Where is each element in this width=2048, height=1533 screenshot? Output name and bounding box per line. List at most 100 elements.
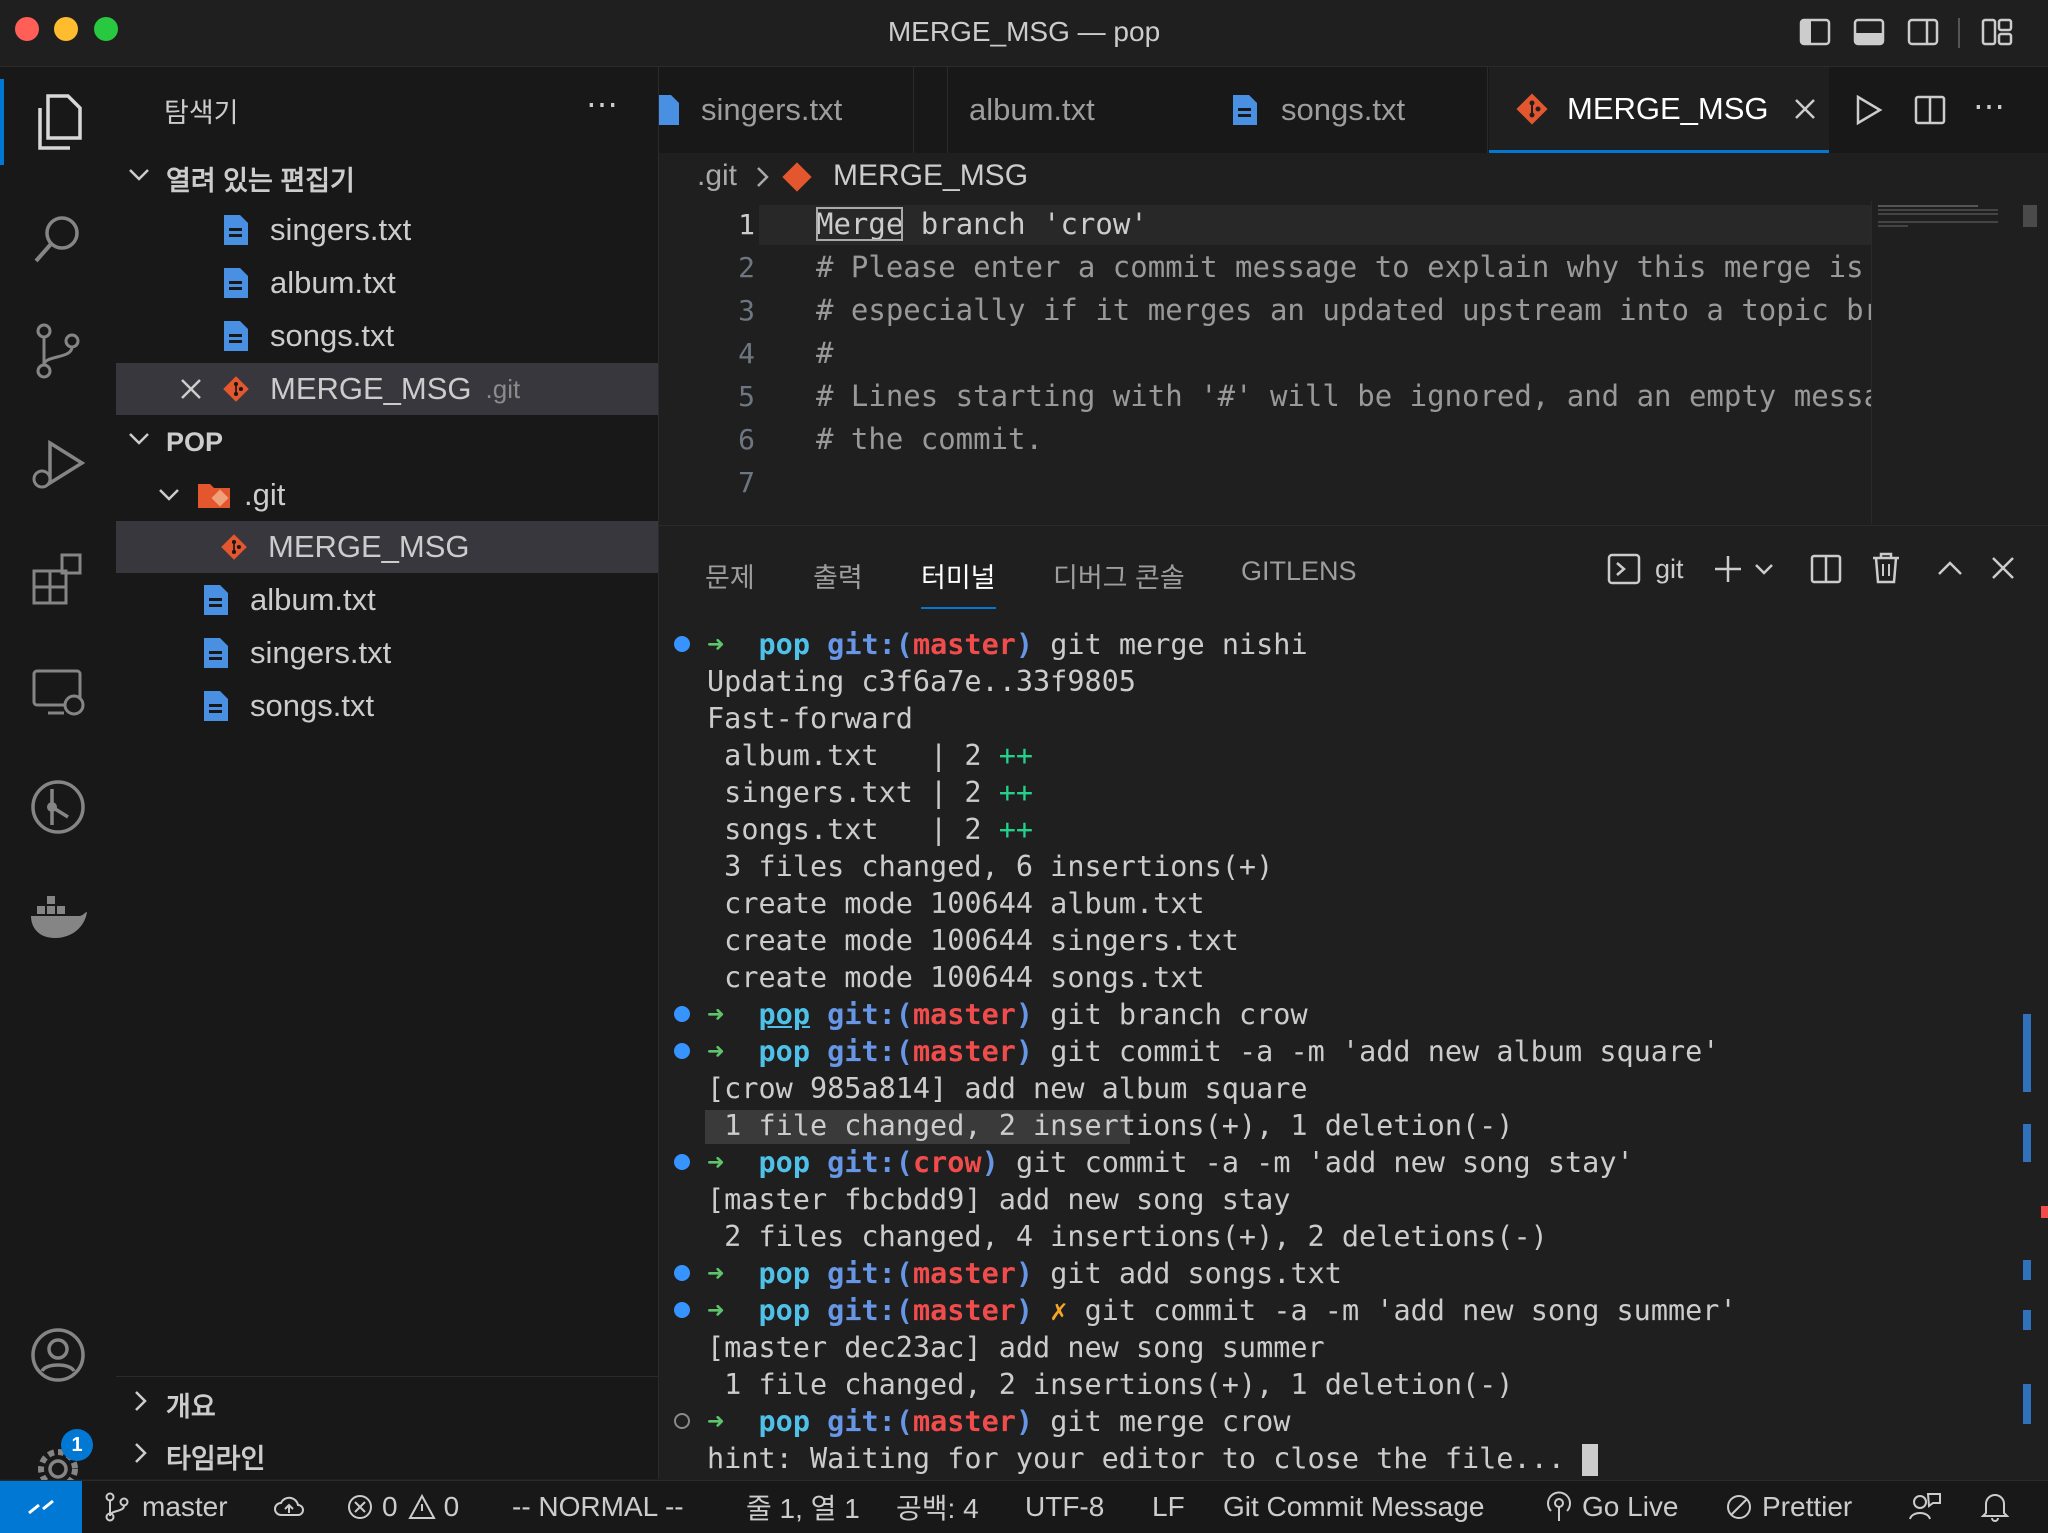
code-line: # especially if it merges an updated ups…	[816, 293, 1882, 327]
chevron-down-icon	[159, 489, 179, 501]
broadcast-icon	[1547, 1491, 1571, 1521]
tree-item[interactable]: songs.txt	[116, 680, 658, 732]
breadcrumb: .git MERGE_MSG	[659, 153, 2048, 201]
notifications-bell-icon[interactable]	[1980, 1481, 2010, 1533]
breadcrumb-file[interactable]: MERGE_MSG	[833, 159, 1028, 193]
tab-merge-msg[interactable]: MERGE_MSG	[1489, 67, 1829, 153]
tree-item[interactable]: singers.txt	[116, 627, 658, 679]
git-folder[interactable]: .git	[116, 469, 658, 521]
window-title: MERGE_MSG — pop	[887, 16, 1161, 47]
split-editor-icon[interactable]	[1913, 93, 1947, 127]
prohibited-icon	[1727, 1495, 1751, 1519]
terminal-line: ➜ pop git:(master) git commit -a -m 'add…	[707, 1035, 1720, 1068]
text-file-icon	[224, 268, 248, 298]
tab-songs[interactable]: songs.txt	[1201, 67, 1488, 153]
line-ending[interactable]: LF	[1152, 1481, 1185, 1533]
terminal-line: ➜ pop git:(master) ✗ git commit -a -m 'a…	[707, 1294, 1737, 1327]
line-number: 4	[738, 337, 755, 370]
open-editor-item[interactable]: album.txt	[116, 257, 658, 309]
text-file-icon	[204, 585, 228, 615]
problems-indicator[interactable]: 0 0	[346, 1481, 459, 1533]
git-file-icon	[221, 534, 247, 560]
toggle-panel-icon[interactable]	[1852, 15, 1886, 49]
sync-cloud-icon[interactable]	[272, 1481, 306, 1533]
feedback-icon[interactable]	[1908, 1481, 1942, 1533]
code-line: #	[816, 336, 834, 370]
explorer-icon[interactable]	[0, 74, 116, 170]
explorer-title: 탐색기	[164, 98, 239, 128]
terminal-line: create mode 100644 album.txt	[707, 887, 1205, 920]
command-status-icon	[674, 1043, 690, 1059]
encoding[interactable]: UTF-8	[1025, 1481, 1104, 1533]
chevron-right-icon	[128, 1388, 166, 1421]
line-number: 3	[738, 294, 755, 327]
folder-header[interactable]: POP	[116, 416, 658, 468]
run-icon[interactable]	[1851, 93, 1885, 127]
close-tab-icon[interactable]	[1793, 97, 1817, 121]
minimap[interactable]	[1871, 201, 2004, 524]
breadcrumb-folder[interactable]: .git	[697, 159, 737, 193]
git-file-icon	[1516, 92, 1548, 125]
text-file-icon	[1233, 95, 1257, 125]
indentation[interactable]: 공백: 4	[896, 1481, 979, 1533]
remote-explorer-icon[interactable]	[0, 645, 116, 741]
tree-item-merge-msg[interactable]: MERGE_MSG	[116, 521, 658, 573]
source-control-icon[interactable]	[0, 303, 116, 399]
extensions-icon[interactable]	[0, 531, 116, 627]
open-editors-header[interactable]: 열려 있는 편집기	[116, 152, 658, 204]
code-line: # Lines starting with '#' will be ignore…	[816, 379, 1882, 413]
editor-tabs: singers.txt album.txt songs.txt MERGE_MS…	[659, 67, 2048, 153]
cursor	[1582, 1444, 1599, 1476]
command-running-icon	[674, 1413, 690, 1429]
terminal-line: [crow 985a814] add new album square	[707, 1072, 1308, 1105]
customize-layout-icon[interactable]	[1980, 15, 2014, 49]
toggle-primary-sidebar-icon[interactable]	[1798, 15, 1832, 49]
git-file-icon	[223, 376, 249, 402]
command-status-icon	[674, 1006, 690, 1022]
tab-album[interactable]: album.txt	[659, 67, 1095, 153]
text-file-icon	[224, 215, 248, 245]
text-file-icon	[224, 321, 248, 351]
tree-item[interactable]: album.txt	[116, 574, 658, 626]
search-icon[interactable]	[0, 191, 116, 287]
remote-indicator[interactable]	[0, 1481, 82, 1533]
outline-section[interactable]: 개요	[116, 1378, 658, 1430]
terminal-line: 1 file changed, 2 insertions(+), 1 delet…	[707, 1109, 1514, 1142]
chevron-down-icon	[126, 162, 166, 195]
git-folder-icon	[198, 484, 230, 508]
go-live-button[interactable]: Go Live	[1544, 1481, 1679, 1533]
open-editor-item-active[interactable]: MERGE_MSG .git	[116, 363, 658, 415]
terminal-line: create mode 100644 singers.txt	[707, 924, 1239, 957]
terminal-line: [master dec23ac] add new song summer	[707, 1331, 1325, 1364]
line-number: 7	[738, 466, 755, 499]
bottom-panel: 문제 출력 터미널 디버그 콘솔 GITLENS git ➜ pop git:(…	[659, 525, 2048, 1480]
editor-scrollbar[interactable]	[2023, 205, 2037, 227]
status-bar: master 0 0 -- NORMAL -- 줄 1, 열 1 공백: 4 U…	[0, 1480, 2048, 1533]
terminal-line: Updating c3f6a7e..33f9805	[707, 665, 1136, 698]
toggle-secondary-sidebar-icon[interactable]	[1906, 15, 1940, 49]
gitlens-icon[interactable]	[0, 759, 116, 855]
branch-indicator[interactable]: master	[104, 1481, 228, 1533]
terminal-line: ➜ pop git:(master) git branch crow	[707, 998, 1308, 1031]
git-file-icon	[782, 162, 812, 192]
prettier-button[interactable]: Prettier	[1724, 1481, 1852, 1533]
run-and-debug-icon[interactable]	[0, 417, 116, 513]
timeline-section[interactable]: 타임라인	[116, 1430, 658, 1482]
terminal-line: 2 files changed, 4 insertions(+), 2 dele…	[707, 1220, 1548, 1253]
accounts-icon[interactable]	[0, 1307, 116, 1403]
settings-badge: 1	[61, 1429, 93, 1461]
close-icon[interactable]	[178, 376, 204, 402]
more-actions-icon[interactable]: ⋯	[1973, 87, 2005, 125]
terminal-line: create mode 100644 songs.txt	[707, 961, 1205, 994]
remote-icon	[28, 1499, 54, 1515]
vim-mode: -- NORMAL --	[512, 1491, 684, 1522]
cursor-position[interactable]: 줄 1, 열 1	[746, 1481, 860, 1533]
terminal[interactable]: ➜ pop git:(master) git merge nishi Updat…	[659, 526, 2019, 1480]
code-editor[interactable]: 1 Merge branch 'crow' 2 # Please enter a…	[659, 201, 2048, 524]
more-actions-icon[interactable]: ⋯	[586, 85, 618, 123]
open-editor-item[interactable]: songs.txt	[116, 310, 658, 362]
docker-icon[interactable]	[0, 871, 116, 967]
terminal-line: songs.txt | 2 ++	[707, 813, 1034, 846]
open-editor-item[interactable]: singers.txt	[116, 204, 658, 256]
language-mode[interactable]: Git Commit Message	[1223, 1481, 1484, 1533]
